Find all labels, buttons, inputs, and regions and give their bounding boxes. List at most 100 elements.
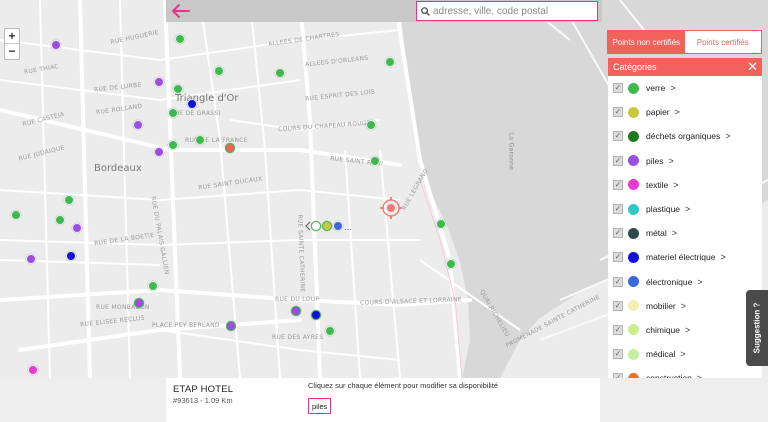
- chevron-right-icon[interactable]: >: [673, 180, 678, 190]
- category-item[interactable]: ✓ papier >: [608, 100, 762, 124]
- category-color-icon: [628, 276, 639, 288]
- category-checkbox[interactable]: ✓: [613, 83, 623, 94]
- close-icon[interactable]: ✕: [747, 60, 758, 74]
- category-item[interactable]: ✓ textile >: [608, 173, 762, 197]
- map-marker-piles[interactable]: [26, 254, 36, 264]
- category-label: plastique: [646, 204, 681, 215]
- category-color-icon: [628, 155, 639, 167]
- category-label: électronique: [646, 276, 693, 287]
- map-marker-piles[interactable]: [133, 120, 143, 130]
- category-item[interactable]: ✓ mobilier >: [608, 294, 762, 318]
- chevron-right-icon[interactable]: >: [697, 373, 702, 378]
- map-marker-verre[interactable]: [385, 57, 395, 67]
- certification-tabs: Points non certifiés Points certifiés: [607, 30, 762, 54]
- map-marker-verre[interactable]: [173, 84, 183, 94]
- map-marker-verre[interactable]: [148, 281, 158, 291]
- map-marker-textile[interactable]: [28, 365, 38, 375]
- suggestion-button[interactable]: Suggestion ?: [746, 290, 768, 366]
- map-marker-verre[interactable]: [275, 68, 285, 78]
- category-chip-piles[interactable]: piles: [308, 398, 332, 414]
- category-color-icon: [628, 251, 639, 263]
- category-item[interactable]: ✓ piles >: [608, 149, 762, 173]
- zoom-in-button[interactable]: +: [5, 29, 19, 44]
- map-marker-piles[interactable]: [226, 321, 236, 331]
- tab-non-certified[interactable]: Points non certifiés: [608, 31, 685, 53]
- chevron-right-icon[interactable]: >: [725, 131, 730, 141]
- category-checkbox[interactable]: ✓: [613, 228, 623, 239]
- map-marker-piles[interactable]: [51, 40, 61, 50]
- category-checkbox[interactable]: ✓: [613, 276, 623, 287]
- category-checkbox[interactable]: ✓: [613, 349, 623, 360]
- category-item[interactable]: ✓ verre >: [608, 76, 762, 100]
- suggestion-label: Suggestion ?: [752, 302, 762, 354]
- category-item[interactable]: ✓ plastique >: [608, 197, 762, 221]
- map-marker-piles[interactable]: [154, 147, 164, 157]
- category-label: déchets organiques: [646, 131, 721, 142]
- category-label: papier: [646, 107, 670, 118]
- zoom-out-button[interactable]: −: [5, 44, 19, 59]
- map-marker-piles[interactable]: [154, 77, 164, 87]
- category-item[interactable]: ✓ médical >: [608, 342, 762, 366]
- category-checkbox[interactable]: ✓: [613, 300, 623, 311]
- map-marker-verre[interactable]: [214, 66, 224, 76]
- map-marker-verre[interactable]: [64, 195, 74, 205]
- map-marker-verre[interactable]: [168, 140, 178, 150]
- map-marker-piles[interactable]: [134, 298, 144, 308]
- chevron-right-icon[interactable]: >: [672, 228, 677, 238]
- map-marker-verre[interactable]: [325, 326, 335, 336]
- chevron-right-icon[interactable]: >: [680, 349, 685, 359]
- category-item[interactable]: ✓ déchets organiques >: [608, 124, 762, 148]
- category-item[interactable]: ✓ électronique >: [608, 270, 762, 294]
- map-marker-multi[interactable]: [225, 143, 235, 153]
- chevron-right-icon[interactable]: >: [681, 301, 686, 311]
- cluster-marker-empty[interactable]: [311, 221, 321, 231]
- arrow-left-icon: [172, 4, 190, 18]
- map-marker-verre[interactable]: [55, 215, 65, 225]
- cluster-marker-papier[interactable]: [322, 221, 332, 231]
- category-color-icon: [628, 203, 639, 215]
- map-marker-piles[interactable]: [72, 223, 82, 233]
- search-input[interactable]: [433, 5, 593, 17]
- map-marker-piles[interactable]: [291, 306, 301, 316]
- category-color-icon: [628, 324, 639, 336]
- back-button[interactable]: [170, 1, 192, 21]
- category-checkbox[interactable]: ✓: [613, 155, 623, 166]
- chevron-right-icon[interactable]: >: [675, 107, 680, 117]
- availability-hint: Cliquez sur chaque élément pour modifier…: [308, 381, 499, 390]
- chevron-right-icon[interactable]: >: [670, 83, 675, 93]
- map-marker-verre[interactable]: [175, 34, 185, 44]
- category-item[interactable]: ✓ chimique >: [608, 318, 762, 342]
- map-marker-verre[interactable]: [168, 108, 178, 118]
- chevron-right-icon[interactable]: >: [685, 325, 690, 335]
- map-marker-verre[interactable]: [446, 259, 456, 269]
- category-checkbox[interactable]: ✓: [613, 179, 623, 190]
- category-item[interactable]: ✓ materiel électrique >: [608, 245, 762, 269]
- tab-certified[interactable]: Points certifiés: [684, 31, 761, 53]
- map-marker-materiel-electrique[interactable]: [187, 99, 197, 109]
- category-item[interactable]: ✓ construction >: [608, 366, 762, 378]
- map-marker-verre[interactable]: [11, 210, 21, 220]
- category-checkbox[interactable]: ✓: [613, 204, 623, 215]
- chevron-right-icon[interactable]: >: [685, 204, 690, 214]
- search-icon: [421, 6, 430, 16]
- cluster-marker-electronique[interactable]: [333, 221, 343, 231]
- chevron-right-icon[interactable]: >: [697, 277, 702, 287]
- map-marker-materiel-electrique[interactable]: [66, 251, 76, 261]
- map-marker-materiel-electrique[interactable]: [311, 310, 321, 320]
- chevron-right-icon[interactable]: >: [668, 156, 673, 166]
- category-checkbox[interactable]: ✓: [613, 324, 623, 335]
- zoom-control: + −: [4, 28, 20, 60]
- category-item[interactable]: ✓ métal >: [608, 221, 762, 245]
- categories-header: Catégories ✕: [608, 58, 762, 76]
- map-marker-verre[interactable]: [195, 135, 205, 145]
- map-marker-verre[interactable]: [436, 219, 446, 229]
- category-checkbox[interactable]: ✓: [613, 107, 623, 118]
- category-label: verre: [646, 83, 666, 94]
- category-checkbox[interactable]: ✓: [613, 252, 623, 263]
- category-checkbox[interactable]: ✓: [613, 131, 623, 142]
- category-color-icon: [628, 227, 639, 239]
- category-checkbox[interactable]: ✓: [613, 373, 623, 378]
- map-marker-verre[interactable]: [370, 156, 380, 166]
- chevron-right-icon[interactable]: >: [720, 252, 725, 262]
- map-marker-verre[interactable]: [366, 120, 376, 130]
